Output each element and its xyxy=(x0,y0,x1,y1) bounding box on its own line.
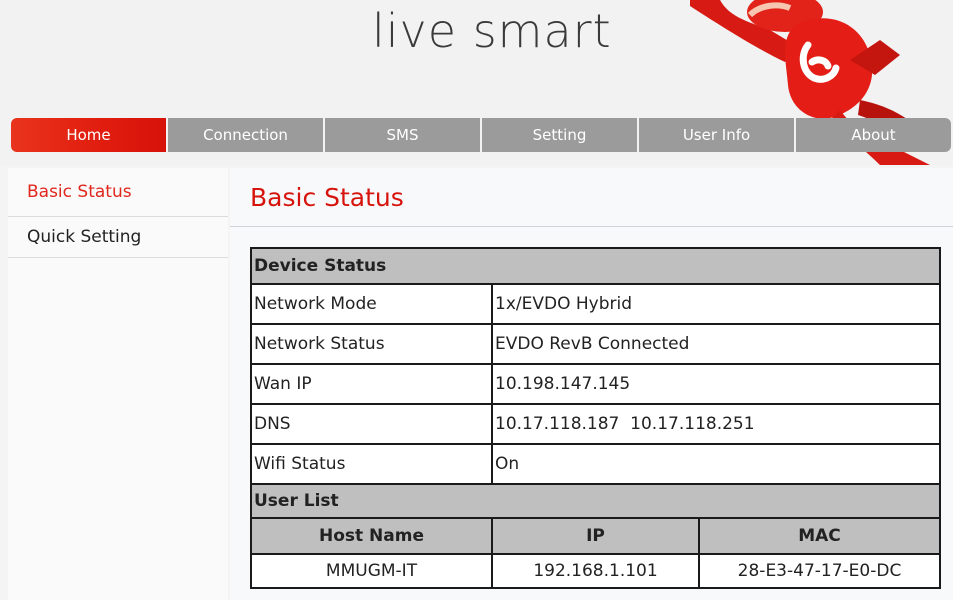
column-header-host-name: Host Name xyxy=(250,517,493,555)
device-status-header-row: Device Status xyxy=(250,247,941,285)
nav-setting[interactable]: Setting xyxy=(482,118,637,152)
wan-ip-label: Wan IP xyxy=(250,363,493,405)
wan-ip-value: 10.198.147.145 xyxy=(491,363,941,405)
main-nav: Home Connection SMS Setting User Info Ab… xyxy=(11,118,951,152)
network-status-value: EVDO RevB Connected xyxy=(491,323,941,365)
network-mode-value: 1x/EVDO Hybrid xyxy=(491,283,941,325)
dns-label: DNS xyxy=(250,403,493,445)
table-row: MMUGM-IT 192.168.1.101 28-E3-47-17-E0-DC xyxy=(250,553,941,589)
network-mode-label: Network Mode xyxy=(250,283,493,325)
table-row: DNS 10.17.118.187 10.17.118.251 xyxy=(250,403,941,445)
main-content: Basic Status Device Status Network Mode … xyxy=(230,168,953,600)
user-list-column-headers: Host Name IP MAC xyxy=(250,517,941,555)
table-row: Wifi Status On xyxy=(250,443,941,485)
user-ip: 192.168.1.101 xyxy=(491,553,700,589)
network-status-label: Network Status xyxy=(250,323,493,365)
nav-connection[interactable]: Connection xyxy=(168,118,323,152)
user-list-heading: User List xyxy=(250,483,941,519)
nav-home[interactable]: Home xyxy=(11,118,166,152)
sidebar-item-quick-setting[interactable]: Quick Setting xyxy=(8,217,228,258)
wifi-status-value: On xyxy=(491,443,941,485)
user-list-header-row: User List xyxy=(250,483,941,519)
nav-sms[interactable]: SMS xyxy=(325,118,480,152)
brand-tagline: live smart xyxy=(372,4,612,58)
wifi-status-label: Wifi Status xyxy=(250,443,493,485)
dns-value: 10.17.118.187 10.17.118.251 xyxy=(491,403,941,445)
table-row: Wan IP 10.198.147.145 xyxy=(250,363,941,405)
column-header-mac: MAC xyxy=(698,517,941,555)
nav-user-info[interactable]: User Info xyxy=(639,118,794,152)
table-row: Network Status EVDO RevB Connected xyxy=(250,323,941,365)
device-status-heading: Device Status xyxy=(250,247,941,285)
table-row: Network Mode 1x/EVDO Hybrid xyxy=(250,283,941,325)
status-table: Device Status Network Mode 1x/EVDO Hybri… xyxy=(250,247,941,589)
user-host-name: MMUGM-IT xyxy=(250,553,493,589)
sidebar-item-basic-status[interactable]: Basic Status xyxy=(8,168,228,217)
nav-about[interactable]: About xyxy=(796,118,951,152)
user-mac: 28-E3-47-17-E0-DC xyxy=(698,553,941,589)
page-title: Basic Status xyxy=(230,168,953,227)
sidebar: Basic Status Quick Setting xyxy=(8,168,228,600)
column-header-ip: IP xyxy=(491,517,700,555)
